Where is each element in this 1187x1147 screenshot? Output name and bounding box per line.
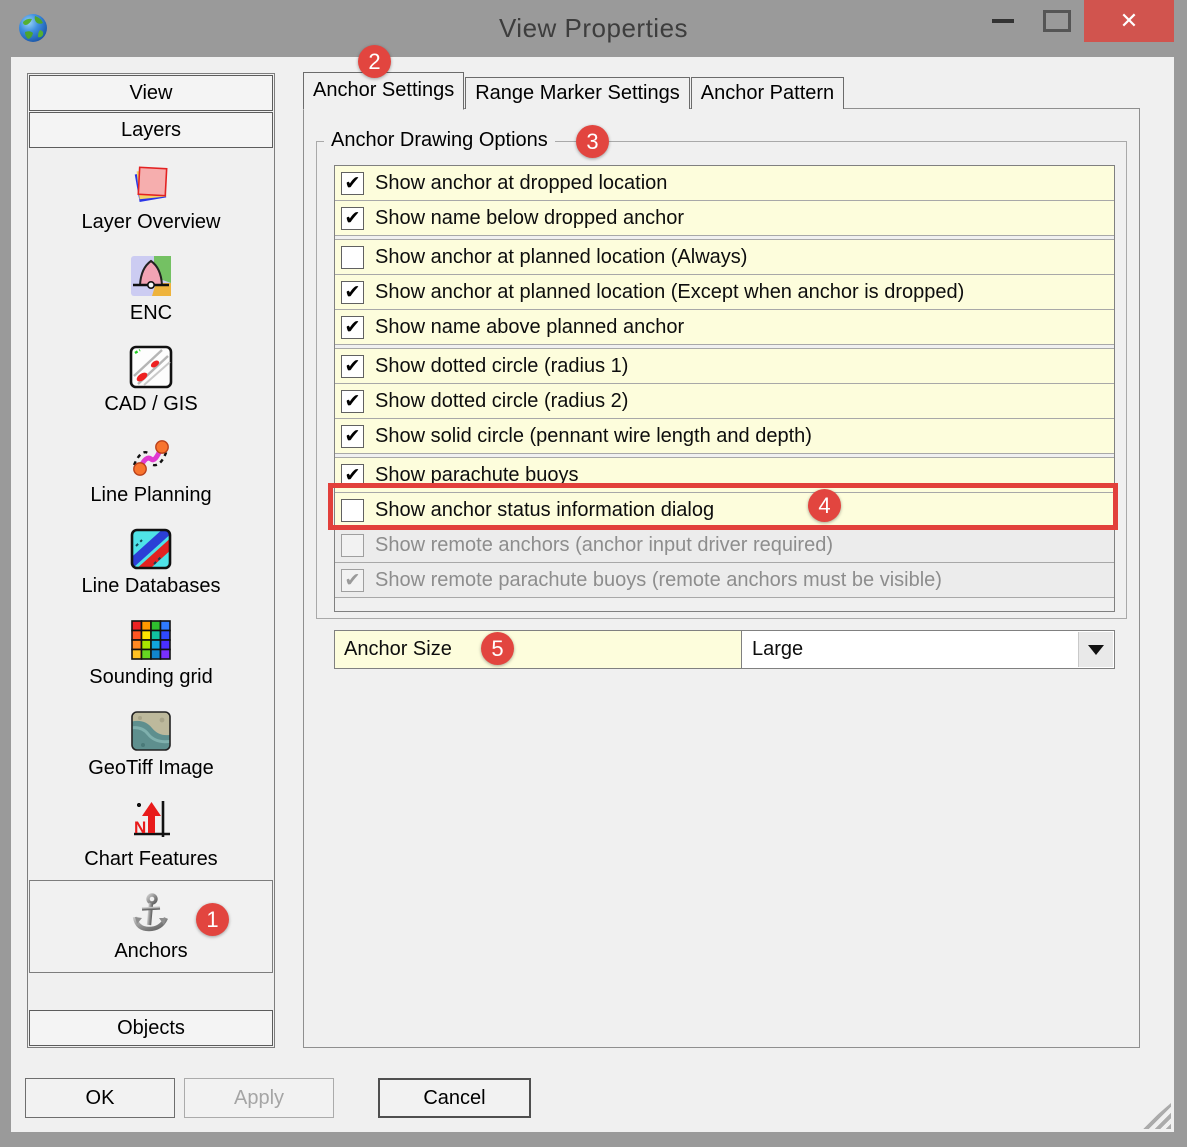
sidebar-item-label: Line Planning (90, 483, 212, 506)
callout-2: 2 (358, 45, 391, 78)
chart-features-icon: N (134, 800, 170, 837)
sidebar-item-geotiff-image[interactable]: GeoTiff Image (28, 698, 274, 789)
sidebar-item-line-databases[interactable]: Line Databases (28, 516, 274, 607)
anchor-size-label: Anchor Size (335, 631, 742, 668)
anchor-drawing-options-group: Anchor Drawing Options ✔ Show anchor at … (316, 129, 1127, 619)
close-button[interactable]: ✕ (1084, 0, 1174, 42)
apply-button: Apply (184, 1078, 334, 1118)
sidebar-item-label: Chart Features (84, 847, 218, 870)
cancel-button[interactable]: Cancel (378, 1078, 531, 1118)
checkbox[interactable]: ✔ (341, 463, 364, 487)
checkbox[interactable]: ✔ (341, 315, 364, 339)
checkbox (341, 533, 364, 557)
window-controls: ✕ (976, 0, 1174, 42)
sidebar-item-sounding-grid[interactable]: Sounding grid (28, 607, 274, 698)
option-show-anchor-planned-always[interactable]: Show anchor at planned location (Always) (335, 239, 1114, 275)
sidebar: View Layers Layer Overview ENC CAD / GIS… (27, 73, 275, 1048)
option-show-parachute-buoys[interactable]: ✔ Show parachute buoys (335, 457, 1114, 493)
line-planning-icon (132, 439, 169, 476)
callout-3: 3 (576, 125, 609, 158)
checkbox[interactable] (341, 245, 364, 269)
anchor-size-row: Anchor Size Large (334, 630, 1115, 669)
sidebar-item-label: Sounding grid (89, 665, 213, 688)
sidebar-item-label: GeoTiff Image (88, 756, 214, 779)
sidebar-item-layer-overview[interactable]: Layer Overview (28, 152, 274, 243)
sidebar-item-label: CAD / GIS (104, 392, 198, 415)
tab-anchor-settings[interactable]: Anchor Settings (303, 72, 465, 110)
anchor-size-dropdown[interactable]: Large (742, 631, 1114, 668)
sidebar-item-label: ENC (129, 301, 173, 324)
sidebar-item-chart-features[interactable]: N Chart Features (28, 789, 274, 880)
option-show-dotted-circle-1[interactable]: ✔ Show dotted circle (radius 1) (335, 348, 1114, 384)
sidebar-button-view[interactable]: View (29, 75, 273, 111)
checkbox[interactable]: ✔ (341, 389, 364, 413)
callout-5: 5 (481, 632, 514, 665)
layer-overview-icon (134, 165, 168, 202)
option-list-filler (335, 598, 1114, 611)
checkbox[interactable]: ✔ (341, 354, 364, 378)
sidebar-item-enc[interactable]: ENC (28, 243, 274, 334)
chevron-down-icon (1088, 644, 1104, 655)
cad-gis-icon (129, 345, 173, 388)
option-list: ✔ Show anchor at dropped location ✔ Show… (334, 165, 1115, 612)
option-show-anchor-status-dialog[interactable]: Show anchor status information dialog (335, 493, 1114, 528)
checkbox[interactable]: ✔ (341, 171, 364, 195)
sidebar-item-label: Line Databases (81, 574, 221, 597)
geotiff-image-icon (131, 710, 171, 751)
sidebar-item-label: Anchors (114, 939, 188, 962)
maximize-icon (1043, 10, 1071, 32)
sidebar-button-layers[interactable]: Layers (29, 112, 273, 148)
checkbox: ✔ (341, 568, 364, 592)
minimize-button[interactable] (976, 0, 1030, 42)
tab-anchor-pattern[interactable]: Anchor Pattern (690, 77, 845, 109)
minimize-icon (992, 19, 1014, 23)
checkbox[interactable]: ✔ (341, 424, 364, 448)
group-title: Anchor Drawing Options (324, 129, 555, 152)
checkbox[interactable]: ✔ (341, 280, 364, 304)
dropdown-arrow-button[interactable] (1078, 632, 1113, 667)
tab-page: Anchor Settings Range Marker Settings An… (303, 72, 1140, 1048)
maximize-button[interactable] (1030, 0, 1084, 42)
enc-icon (131, 255, 171, 296)
option-show-name-above-planned[interactable]: ✔ Show name above planned anchor (335, 310, 1114, 345)
line-databases-icon (130, 528, 172, 569)
sidebar-item-label: Layer Overview (81, 210, 221, 233)
sidebar-item-anchors[interactable]: Anchors (29, 880, 273, 973)
checkbox[interactable]: ✔ (341, 206, 364, 230)
option-show-anchor-dropped[interactable]: ✔ Show anchor at dropped location (335, 166, 1114, 201)
svg-text:N: N (134, 818, 146, 837)
option-show-anchor-planned-except[interactable]: ✔ Show anchor at planned location (Excep… (335, 275, 1114, 310)
option-show-remote-parachute-buoys: ✔ Show remote parachute buoys (remote an… (335, 563, 1114, 598)
option-show-solid-circle[interactable]: ✔ Show solid circle (pennant wire length… (335, 419, 1114, 454)
layer-item-list: Layer Overview ENC CAD / GIS Line Planni… (28, 152, 274, 973)
tab-range-marker-settings[interactable]: Range Marker Settings (465, 77, 690, 109)
option-show-remote-anchors: Show remote anchors (anchor input driver… (335, 528, 1114, 563)
titlebar: View Properties ✕ (0, 0, 1187, 57)
sidebar-button-objects[interactable]: Objects (29, 1010, 273, 1046)
sounding-grid-icon (131, 619, 171, 660)
close-icon: ✕ (1119, 8, 1139, 33)
anchor-icon (132, 892, 169, 931)
tab-strip: Anchor Settings Range Marker Settings An… (303, 72, 845, 110)
option-show-dotted-circle-2[interactable]: ✔ Show dotted circle (radius 2) (335, 384, 1114, 419)
option-show-name-below-dropped[interactable]: ✔ Show name below dropped anchor (335, 201, 1114, 236)
checkbox[interactable] (341, 498, 364, 522)
callout-1: 1 (196, 903, 229, 936)
sidebar-item-cad-gis[interactable]: CAD / GIS (28, 334, 274, 425)
dialog-body: View Layers Layer Overview ENC CAD / GIS… (11, 57, 1174, 1132)
sidebar-item-line-planning[interactable]: Line Planning (28, 425, 274, 516)
anchor-size-value: Large (752, 638, 804, 660)
ok-button[interactable]: OK (25, 1078, 175, 1118)
resize-grip[interactable] (1141, 1103, 1171, 1129)
callout-4: 4 (808, 489, 841, 522)
